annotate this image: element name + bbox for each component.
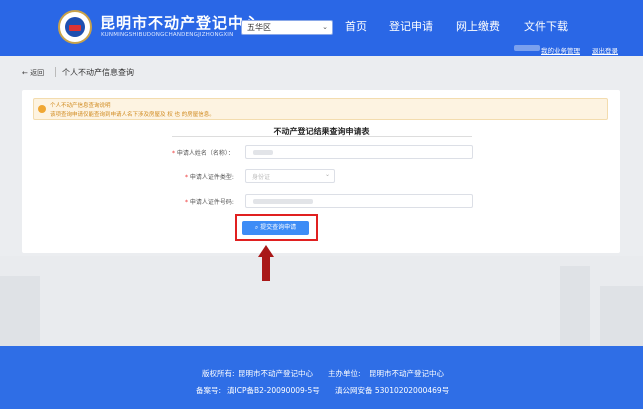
id-type-label: * 申请人证件类型: <box>185 174 234 181</box>
nav-online-payment[interactable]: 网上缴费 <box>456 18 500 34</box>
id-type-value: 身份证 <box>252 174 271 181</box>
name-value-blurred <box>253 150 273 155</box>
logout-link[interactable]: 退出登录 <box>592 45 618 55</box>
site-title[interactable]: 昆明市不动产登记中心 <box>100 12 260 33</box>
form-divider <box>172 136 472 137</box>
district-select[interactable]: 五华区 ⌄ <box>241 20 333 35</box>
footer-host-label: 主办单位: <box>328 369 361 378</box>
chevron-down-icon: ⌄ <box>322 23 328 31</box>
page-title: 个人不动产信息查询 <box>62 68 134 77</box>
nav-home[interactable]: 首页 <box>345 18 367 34</box>
skyline-building <box>0 276 40 346</box>
submit-query-button[interactable]: ⌕ 提交查询申请 <box>242 221 309 235</box>
breadcrumb-divider <box>55 67 56 77</box>
footer-police-record[interactable]: 滇公网安备 53010202000469号 <box>335 385 449 396</box>
id-number-blurred <box>253 199 313 204</box>
nav-registration-apply[interactable]: 登记申请 <box>389 18 433 34</box>
notice-text: 该项查询申请仅能查询到申请人名下涉及房屋及 权 也 的房屋信息。 <box>50 112 215 118</box>
site-subtitle: KUNMINGSHIBUDONGCHANDENGJIZHONGXIN <box>101 32 234 38</box>
applicant-name-input[interactable] <box>245 145 473 159</box>
arrow-shaft <box>262 256 270 281</box>
registry-logo-icon[interactable] <box>58 10 92 44</box>
username-blurred <box>514 45 540 51</box>
nav-file-download[interactable]: 文件下载 <box>524 18 568 34</box>
site-footer: 版权所有: 昆明市不动产登记中心 主办单位: 昆明市不动产登记中心 备案号: 滇… <box>0 346 643 409</box>
district-value: 五华区 <box>247 23 271 32</box>
footer-copyright-label: 版权所有: <box>202 369 235 378</box>
chevron-down-icon: ⌄ <box>325 171 331 178</box>
back-button[interactable]: ← 返回 <box>22 68 44 78</box>
footer-host: 昆明市不动产登记中心 <box>369 369 444 378</box>
warning-icon <box>38 105 46 113</box>
top-header: 昆明市不动产登记中心 KUNMINGSHIBUDONGCHANDENGJIZHO… <box>0 0 643 56</box>
background-skyline <box>0 256 643 346</box>
name-label: * 申请人姓名（名称）： <box>172 150 234 157</box>
my-business-link[interactable]: 我的业务管理 <box>541 45 580 55</box>
footer-icp-link[interactable]: 滇ICP备B2-20090009-5号 <box>227 385 320 396</box>
footer-icp-label: 备案号: <box>196 386 222 395</box>
skyline-building <box>560 266 590 346</box>
notice-title: 个人不动产信息查询说明 <box>50 103 111 109</box>
id-number-label: * 申请人证件号码: <box>185 199 234 206</box>
footer-copyright: 昆明市不动产登记中心 <box>238 369 313 378</box>
skyline-building <box>600 286 643 346</box>
